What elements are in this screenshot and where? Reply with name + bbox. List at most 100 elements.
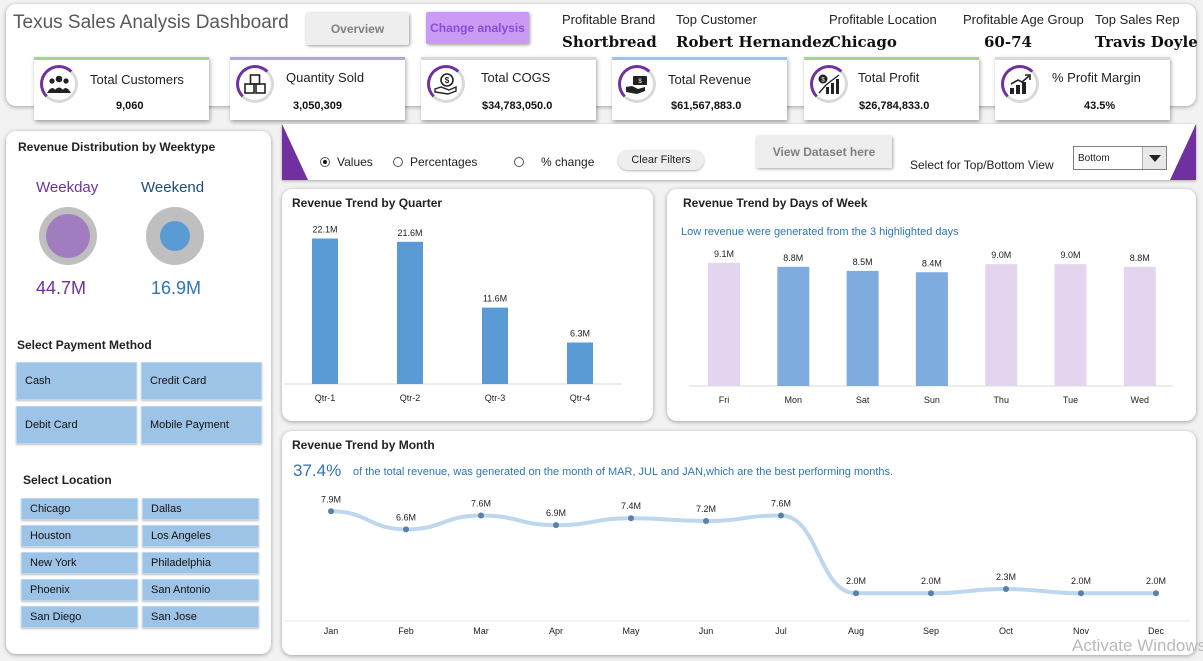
radio-percentages-label: Percentages	[410, 155, 478, 169]
radio-dot[interactable]	[514, 157, 524, 167]
weekday-circle	[39, 207, 97, 265]
radio-dot[interactable]	[393, 157, 403, 167]
weektype-title: Revenue Distribution by Weektype	[18, 140, 216, 154]
decor-triangle-right	[1170, 124, 1196, 180]
kpi-title: % Profit Margin	[1052, 70, 1141, 85]
radio-change-label: % change	[541, 155, 595, 169]
profitable-location-info: Profitable Location Chicago	[829, 12, 937, 51]
topbottom-dropdown[interactable]: Bottom	[1073, 146, 1167, 170]
x-tick-label: Mar	[473, 626, 489, 636]
radio-change[interactable]: % change	[514, 155, 594, 169]
profitable-location-value: Chicago	[829, 33, 897, 51]
top-customer-info: Top Customer Robert Hernandez	[676, 12, 830, 51]
x-tick-label: Apr	[549, 626, 563, 636]
data-label: 2.0M	[846, 576, 866, 586]
x-tick-label: Tue	[1063, 395, 1078, 405]
days-chart: 9.1M Fri 8.8M Mon 8.5M Sat 8.4M Sun 9.0M Thu 9.0M T…	[689, 249, 1173, 405]
month-chart: 7.9M Jan 6.6M Feb 7.6M Mar 6.9M Apr 7.4M May 7.2M J…	[284, 494, 1190, 636]
x-tick-label: Sep	[923, 626, 939, 636]
data-point	[328, 508, 334, 515]
profitable-brand-value: Shortbread	[562, 33, 657, 51]
location-houston[interactable]: Houston	[21, 525, 138, 547]
clear-filters-button[interactable]: Clear Filters	[618, 150, 704, 170]
location-san-diego[interactable]: San Diego	[21, 606, 138, 628]
location-philadelphia[interactable]: Philadelphia	[142, 552, 259, 574]
bar	[397, 241, 423, 384]
bar	[1054, 264, 1087, 386]
quarter-chart-card: Revenue Trend by Quarter 22.1M Qtr-1 21.6M…	[282, 189, 653, 421]
weekday-value: 44.7M	[36, 278, 87, 298]
data-label: 2.0M	[921, 576, 941, 586]
x-tick-label: Qtr-2	[400, 393, 421, 403]
svg-text:$: $	[445, 76, 450, 85]
radio-percentages[interactable]: Percentages	[393, 155, 477, 169]
location-los-angeles[interactable]: Los Angeles	[142, 525, 259, 547]
chevron-down-icon[interactable]	[1142, 147, 1166, 169]
kpi-value: 43.5%	[1084, 100, 1116, 112]
activate-windows-watermark: Activate Windows	[1072, 636, 1203, 655]
data-label: 7.6M	[771, 498, 791, 508]
data-label: 7.2M	[696, 504, 716, 514]
bar	[915, 272, 948, 386]
data-label: 8.4M	[922, 258, 942, 268]
data-point	[478, 512, 484, 519]
kpi-total-profit: $ Total Profit $26,784,833.0	[804, 57, 979, 120]
radio-dot-selected[interactable]	[320, 157, 330, 167]
weekend-value: 16.9M	[151, 278, 202, 298]
location-san-jose[interactable]: San Jose	[142, 606, 259, 628]
x-tick-label: Jun	[699, 626, 714, 636]
location-chicago[interactable]: Chicago	[21, 498, 138, 520]
x-tick-label: Qtr-3	[485, 393, 506, 403]
data-label: 9.0M	[991, 250, 1011, 260]
kpi-value: 3,050,309	[293, 100, 342, 112]
overview-button[interactable]: Overview	[306, 13, 409, 45]
profitable-location-label: Profitable Location	[829, 12, 937, 27]
location-san-antonio[interactable]: San Antonio	[142, 579, 259, 601]
location-phoenix[interactable]: Phoenix	[21, 579, 138, 601]
payment-debit-card[interactable]: Debit Card	[16, 406, 137, 444]
bar	[846, 270, 879, 386]
bar	[708, 262, 740, 386]
kpi-total-customers: Total Customers 9,060	[34, 57, 209, 120]
location-dallas[interactable]: Dallas	[142, 498, 259, 520]
data-label: 2.3M	[996, 572, 1016, 582]
x-tick-label: Wed	[1131, 395, 1149, 405]
x-tick-label: Mon	[785, 395, 803, 405]
payment-cash[interactable]: Cash	[16, 362, 137, 400]
profitable-age-group-value: 60-74	[984, 33, 1032, 51]
data-point	[1078, 590, 1084, 597]
data-label: 8.8M	[783, 253, 803, 263]
payment-mobile-payment[interactable]: Mobile Payment	[141, 406, 262, 444]
data-point	[853, 590, 859, 597]
x-tick-label: May	[622, 626, 640, 636]
x-tick-label: Nov	[1073, 626, 1090, 636]
top-sales-rep-label: Top Sales Rep	[1095, 12, 1180, 27]
data-label: 8.8M	[1130, 253, 1150, 263]
radio-values[interactable]: Values	[320, 155, 373, 169]
data-label: 9.0M	[1060, 250, 1080, 260]
data-point	[553, 522, 559, 529]
location-new-york[interactable]: New York	[21, 552, 138, 574]
kpi-quantity-sold: Quantity Sold 3,050,309	[230, 57, 405, 120]
kpi-title: Total Profit	[858, 70, 920, 85]
x-tick-label: Dec	[1148, 626, 1165, 636]
dashboard-title: Texus Sales Analysis Dashboard	[13, 12, 289, 33]
view-dataset-button[interactable]: View Dataset here	[756, 136, 892, 168]
bar	[567, 342, 593, 384]
x-tick-label: Oct	[999, 626, 1014, 636]
bar	[985, 264, 1018, 386]
radio-values-label: Values	[337, 155, 373, 169]
payment-credit-card[interactable]: Credit Card	[141, 362, 262, 400]
bar	[312, 238, 338, 384]
change-analysis-button[interactable]: Change analysis	[426, 12, 529, 44]
revenue-icon: $	[618, 65, 656, 103]
control-bar: Values Percentages % change Clear Filter…	[282, 124, 1196, 180]
top-sales-rep-value: Travis Doyle	[1095, 33, 1198, 51]
people-icon	[40, 65, 78, 103]
x-tick-label: Sun	[924, 395, 940, 405]
data-label: 11.6M	[483, 294, 507, 304]
kpi-value: 9,060	[116, 100, 144, 112]
profitable-age-group-label: Profitable Age Group	[963, 12, 1084, 27]
data-label: 22.1M	[312, 225, 337, 235]
profit-chart-icon: $	[810, 65, 848, 103]
